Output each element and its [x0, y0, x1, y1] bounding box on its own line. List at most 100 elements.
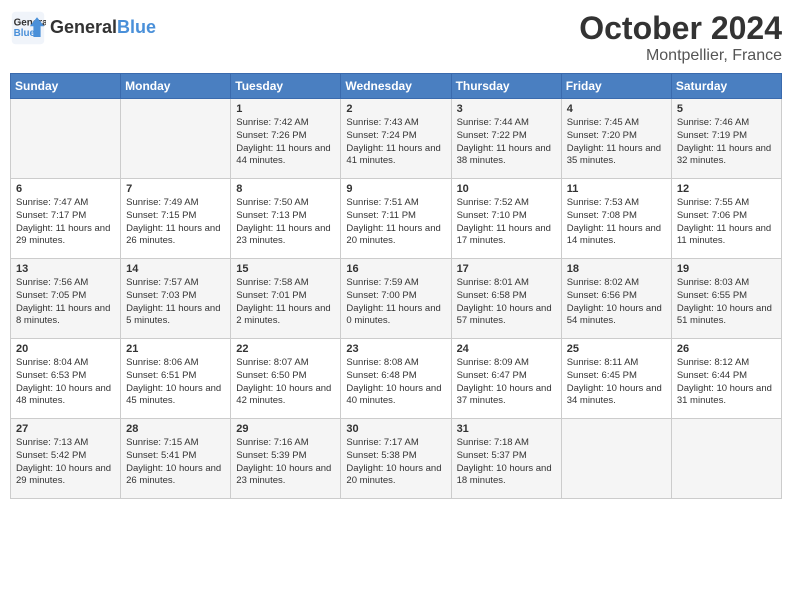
calendar-cell: 13Sunrise: 7:56 AMSunset: 7:05 PMDayligh… [11, 259, 121, 339]
cell-content: Sunrise: 7:51 AMSunset: 7:11 PMDaylight:… [346, 197, 445, 248]
sunset-text: Sunset: 7:03 PM [126, 290, 225, 303]
daylight-text: Daylight: 10 hours and 51 minutes. [677, 303, 776, 329]
calendar-cell: 31Sunrise: 7:18 AMSunset: 5:37 PMDayligh… [451, 419, 561, 499]
sunset-text: Sunset: 7:19 PM [677, 130, 776, 143]
sunrise-text: Sunrise: 7:52 AM [457, 197, 556, 210]
calendar-cell: 8 Sunrise: 7:50 AMSunset: 7:13 PMDaylight… [231, 179, 341, 259]
cell-content: Sunrise: 7:13 AMSunset: 5:42 PMDaylight:… [16, 437, 115, 488]
sunrise-text: Sunrise: 7:47 AM [16, 197, 115, 210]
calendar-cell: 25Sunrise: 8:11 AMSunset: 6:45 PMDayligh… [561, 339, 671, 419]
calendar-cell [11, 99, 121, 179]
calendar-cell: 7Sunrise: 7:49 AMSunset: 7:15 PMDaylight… [121, 179, 231, 259]
cell-content: Sunrise: 7:56 AMSunset: 7:05 PMDaylight:… [16, 277, 115, 328]
calendar-cell: 12Sunrise: 7:55 AMSunset: 7:06 PMDayligh… [671, 179, 781, 259]
calendar-cell: 10Sunrise: 7:52 AMSunset: 7:10 PMDayligh… [451, 179, 561, 259]
sunset-text: Sunset: 7:20 PM [567, 130, 666, 143]
sunrise-text: Sunrise: 7:15 AM [126, 437, 225, 450]
svg-text:Blue: Blue [14, 28, 36, 39]
column-header-wednesday: Wednesday [341, 74, 451, 99]
daylight-text: Daylight: 11 hours and 2 minutes. [236, 303, 335, 329]
cell-content: Sunrise: 8:08 AMSunset: 6:48 PMDaylight:… [346, 357, 445, 408]
daylight-text: Daylight: 10 hours and 54 minutes. [567, 303, 666, 329]
column-header-monday: Monday [121, 74, 231, 99]
day-number: 2 [346, 103, 445, 115]
title-block: October 2024 Montpellier, France [579, 10, 782, 65]
daylight-text: Daylight: 11 hours and 26 minutes. [126, 223, 225, 249]
daylight-text: Daylight: 10 hours and 45 minutes. [126, 383, 225, 409]
day-number: 30 [346, 423, 445, 435]
sunrise-text: Sunrise: 7:57 AM [126, 277, 225, 290]
sunrise-text: Sunrise: 8:11 AM [567, 357, 666, 370]
daylight-text: Daylight: 11 hours and 14 minutes. [567, 223, 666, 249]
cell-content: Sunrise: 7:53 AMSunset: 7:08 PMDaylight:… [567, 197, 666, 248]
day-number: 28 [126, 423, 225, 435]
column-header-saturday: Saturday [671, 74, 781, 99]
calendar-cell: 24Sunrise: 8:09 AMSunset: 6:47 PMDayligh… [451, 339, 561, 419]
sunset-text: Sunset: 6:48 PM [346, 370, 445, 383]
day-number: 7 [126, 183, 225, 195]
sunset-text: Sunset: 6:50 PM [236, 370, 335, 383]
day-number: 27 [16, 423, 115, 435]
sunset-text: Sunset: 5:37 PM [457, 450, 556, 463]
sunrise-text: Sunrise: 7:59 AM [346, 277, 445, 290]
sunrise-text: Sunrise: 8:12 AM [677, 357, 776, 370]
sunset-text: Sunset: 5:38 PM [346, 450, 445, 463]
sunset-text: Sunset: 6:51 PM [126, 370, 225, 383]
calendar-cell: 15Sunrise: 7:58 AMSunset: 7:01 PMDayligh… [231, 259, 341, 339]
sunrise-text: Sunrise: 8:07 AM [236, 357, 335, 370]
sunrise-text: Sunrise: 8:04 AM [16, 357, 115, 370]
daylight-text: Daylight: 11 hours and 23 minutes. [236, 223, 335, 249]
day-number: 8 [236, 183, 335, 195]
cell-content: Sunrise: 7:18 AMSunset: 5:37 PMDaylight:… [457, 437, 556, 488]
day-number: 11 [567, 183, 666, 195]
daylight-text: Daylight: 10 hours and 42 minutes. [236, 383, 335, 409]
sunrise-text: Sunrise: 7:55 AM [677, 197, 776, 210]
cell-content: Sunrise: 8:06 AMSunset: 6:51 PMDaylight:… [126, 357, 225, 408]
sunset-text: Sunset: 6:55 PM [677, 290, 776, 303]
cell-content: Sunrise: 8:11 AMSunset: 6:45 PMDaylight:… [567, 357, 666, 408]
sunrise-text: Sunrise: 7:53 AM [567, 197, 666, 210]
calendar-cell: 23Sunrise: 8:08 AMSunset: 6:48 PMDayligh… [341, 339, 451, 419]
day-number: 26 [677, 343, 776, 355]
cell-content: Sunrise: 7:42 AMSunset: 7:26 PMDaylight:… [236, 117, 335, 168]
day-number: 3 [457, 103, 556, 115]
day-number: 21 [126, 343, 225, 355]
day-number: 1 [236, 103, 335, 115]
daylight-text: Daylight: 11 hours and 0 minutes. [346, 303, 445, 329]
calendar-cell: 5Sunrise: 7:46 AMSunset: 7:19 PMDaylight… [671, 99, 781, 179]
sunset-text: Sunset: 7:15 PM [126, 210, 225, 223]
cell-content: Sunrise: 8:02 AMSunset: 6:56 PMDaylight:… [567, 277, 666, 328]
sunrise-text: Sunrise: 7:16 AM [236, 437, 335, 450]
sunrise-text: Sunrise: 7:46 AM [677, 117, 776, 130]
day-number: 10 [457, 183, 556, 195]
week-row-5: 27 Sunrise: 7:13 AMSunset: 5:42 PMDayligh… [11, 419, 782, 499]
sunset-text: Sunset: 5:39 PM [236, 450, 335, 463]
week-row-1: 1 Sunrise: 7:42 AMSunset: 7:26 PMDaylight… [11, 99, 782, 179]
calendar-cell: 2Sunrise: 7:43 AMSunset: 7:24 PMDaylight… [341, 99, 451, 179]
calendar-cell: 11 Sunrise: 7:53 AMSunset: 7:08 PMDayligh… [561, 179, 671, 259]
daylight-text: Daylight: 10 hours and 34 minutes. [567, 383, 666, 409]
cell-content: Sunrise: 8:12 AMSunset: 6:44 PMDaylight:… [677, 357, 776, 408]
daylight-text: Daylight: 11 hours and 11 minutes. [677, 223, 776, 249]
sunset-text: Sunset: 5:41 PM [126, 450, 225, 463]
sunrise-text: Sunrise: 7:45 AM [567, 117, 666, 130]
header-row: SundayMondayTuesdayWednesdayThursdayFrid… [11, 74, 782, 99]
sunset-text: Sunset: 7:22 PM [457, 130, 556, 143]
daylight-text: Daylight: 11 hours and 20 minutes. [346, 223, 445, 249]
day-number: 20 [16, 343, 115, 355]
cell-content: Sunrise: 7:47 AMSunset: 7:17 PMDaylight:… [16, 197, 115, 248]
daylight-text: Daylight: 10 hours and 48 minutes. [16, 383, 115, 409]
calendar-cell: 20 Sunrise: 8:04 AMSunset: 6:53 PMDayligh… [11, 339, 121, 419]
calendar-table: SundayMondayTuesdayWednesdayThursdayFrid… [10, 73, 782, 499]
column-header-sunday: Sunday [11, 74, 121, 99]
sunrise-text: Sunrise: 8:08 AM [346, 357, 445, 370]
sunset-text: Sunset: 7:05 PM [16, 290, 115, 303]
column-header-tuesday: Tuesday [231, 74, 341, 99]
cell-content: Sunrise: 8:04 AMSunset: 6:53 PMDaylight:… [16, 357, 115, 408]
sunset-text: Sunset: 7:11 PM [346, 210, 445, 223]
cell-content: Sunrise: 7:50 AMSunset: 7:13 PMDaylight:… [236, 197, 335, 248]
sunrise-text: Sunrise: 8:03 AM [677, 277, 776, 290]
day-number: 9 [346, 183, 445, 195]
logo-icon: General Blue [10, 10, 46, 46]
calendar-cell: 19Sunrise: 8:03 AMSunset: 6:55 PMDayligh… [671, 259, 781, 339]
